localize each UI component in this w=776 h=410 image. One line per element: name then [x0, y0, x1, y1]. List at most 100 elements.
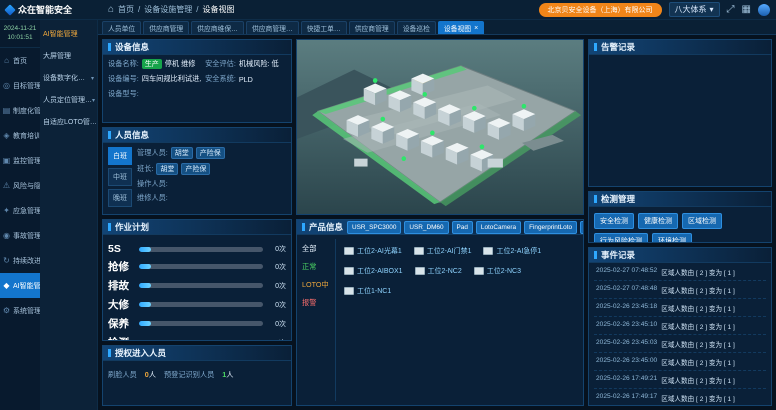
app-logo: 众在智能安全 — [6, 3, 98, 16]
tab-personnel-unit[interactable]: 人员单位 — [102, 21, 141, 34]
tab-supplier-1[interactable]: 供应商管理 — [143, 21, 189, 34]
sidebar-item-goals[interactable]: ◎ 目标管理 — [0, 73, 40, 98]
filter-all[interactable]: 全部 — [302, 244, 335, 254]
sidebar-item-risk[interactable]: ⚠ 风险与隐患 — [0, 173, 40, 198]
detect-button[interactable]: 健康检测 — [638, 213, 678, 229]
device-item[interactable]: 工位1-NC1 — [344, 286, 391, 296]
app-title: 众在智能安全 — [18, 3, 72, 16]
work-plan-row: 保养 0次 — [108, 316, 286, 331]
device-type-button[interactable]: USR_SPC3000 — [347, 221, 401, 234]
breadcrumb-home[interactable]: 首页 — [118, 4, 134, 15]
warning-icon: ⚠ — [2, 181, 11, 190]
panel-accent-icon — [594, 43, 597, 51]
progress-bar[interactable] — [139, 321, 263, 326]
tab-device-inspection[interactable]: 设备巡检 — [397, 21, 436, 34]
device-item[interactable]: 工位2-AI门禁1 — [414, 246, 472, 256]
tab-label: 设备视图 — [444, 23, 471, 33]
sidebar-item-improvement[interactable]: ↻ 持续改进 — [0, 248, 40, 273]
progress-bar[interactable] — [139, 264, 263, 269]
close-icon[interactable]: × — [474, 25, 478, 32]
detect-button[interactable]: 行为风险检测 — [594, 233, 648, 242]
stat-unit: 人 — [226, 370, 233, 379]
subnav-item-personnel-location[interactable]: 人员定位管理… ▾ — [40, 89, 97, 111]
shift-tab-mid[interactable]: 中班 — [108, 168, 132, 186]
operator-row: 操作人员: — [137, 179, 286, 189]
device-item[interactable]: 工位2-NC3 — [474, 266, 521, 276]
detect-button[interactable]: 区域检测 — [682, 213, 722, 229]
sidebar-item-accident[interactable]: ◉ 事故管理 — [0, 223, 40, 248]
shift-tab-day[interactable]: 白班 — [108, 147, 132, 165]
device-type-button[interactable]: LotoCamera — [476, 221, 521, 234]
chevron-down-icon: ▾ — [92, 97, 95, 104]
device-type-button[interactable]: Pad — [452, 221, 473, 234]
work-plan-row: 大修 0次 — [108, 297, 286, 312]
device-system-row: 安全系统: PLD — [205, 74, 286, 84]
detect-button[interactable]: 环境检测 — [652, 233, 692, 242]
subnav-item-bigscreen[interactable]: 大屏管理 — [40, 45, 97, 67]
tab-supplier-3[interactable]: 供应商管理 — [349, 21, 395, 34]
sidebar-item-label: 首页 — [13, 56, 27, 66]
company-button[interactable]: 北京贝安全设备（上海）有限公司 — [539, 3, 662, 17]
device-label: 工位2-AI急停1 — [496, 246, 541, 256]
progress-bar[interactable] — [139, 283, 263, 288]
panel-title: 产品信息 — [309, 221, 343, 233]
apps-grid-icon[interactable]: ▦ — [742, 5, 751, 15]
factory-3d-view[interactable] — [296, 39, 584, 215]
user-avatar[interactable] — [758, 4, 770, 16]
breadcrumb-device-mgmt[interactable]: 设备设施管理 — [144, 4, 192, 15]
person-chip[interactable]: 胡堂 — [171, 147, 193, 159]
device-type-button[interactable]: FingerprintLoto — [524, 221, 577, 234]
tab-supplier-2[interactable]: 供应商管理… — [246, 21, 299, 34]
stat-label: 刷脸人员 — [108, 370, 137, 380]
person-chip[interactable]: 胡堂 — [156, 163, 178, 175]
subnav-item-loto[interactable]: 自适应LOTO管… ▾ — [40, 111, 97, 133]
fullscreen-icon[interactable]: ⤢ — [727, 5, 735, 15]
device-item[interactable]: 工位2-AI急停1 — [483, 246, 541, 256]
plan-count: 0次 — [268, 319, 286, 329]
tab-supplier-maintenance[interactable]: 供应商维保… — [191, 21, 244, 34]
device-type-button[interactable]: USR_DM60 — [404, 221, 448, 234]
sidebar-item-training[interactable]: ◈ 教育培训 — [0, 123, 40, 148]
tab-quick-order[interactable]: 快捷工单… — [301, 21, 347, 34]
device-name-row: 设备名称: 生产 停机 维修 — [108, 59, 201, 69]
person-chip[interactable]: 产险保 — [196, 147, 225, 159]
sidebar-item-institution[interactable]: ▤ 制度化管理 — [0, 98, 40, 123]
filter-normal[interactable]: 正常 — [302, 262, 335, 272]
sidebar-item-system[interactable]: ⚙ 系统管理 — [0, 298, 40, 323]
load-button[interactable]: 加载 — [580, 221, 584, 234]
chevron-down-icon: ▾ — [91, 75, 94, 82]
sidebar-item-ai-management[interactable]: ◆ AI智能管理 — [0, 273, 40, 298]
main-area: 2024-11-21 10:01:51 ⌂ 首页 ◎ 目标管理 ▤ 制度化管理 … — [0, 20, 776, 410]
work-plan-panel: 作业计划 5S 0次 抢修 0次 — [102, 219, 292, 341]
plan-label: 保养 — [108, 316, 134, 331]
device-label: 工位2-NC3 — [487, 266, 521, 276]
event-time: 2025-02-26 23:45:18 — [596, 303, 657, 313]
tab-device-view[interactable]: 设备视图 × — [438, 21, 484, 34]
event-text: 区域人数由 [ 2 ] 变为 [ 1 ] — [661, 357, 735, 367]
breadcrumb-separator: / — [138, 5, 140, 14]
tab-label: 供应商管理… — [252, 26, 293, 33]
shift-tab-night[interactable]: 晚班 — [108, 189, 132, 207]
event-text: 区域人数由 [ 2 ] 变为 [ 1 ] — [661, 393, 735, 403]
person-chip[interactable]: 产险保 — [181, 163, 210, 175]
filter-alarm[interactable]: 报警 — [302, 298, 335, 308]
product-info-panel: 产品信息 USR_SPC3000 USR_DM60 Pad LotoCamera… — [296, 219, 584, 406]
subnav-item-ai-management[interactable]: AI智能管理 — [40, 23, 97, 45]
sidebar-item-home[interactable]: ⌂ 首页 — [0, 48, 40, 73]
device-item[interactable]: 工位2-AI光幕1 — [344, 246, 402, 256]
subnav-item-device-digital[interactable]: 设备数字化… ▾ — [40, 67, 97, 89]
event-row: 2025-02-27 07:48:52区域人数由 [ 2 ] 变为 [ 1 ] — [594, 263, 766, 281]
sidebar-item-monitoring[interactable]: ▣ 监控管理 — [0, 148, 40, 173]
progress-bar[interactable] — [139, 302, 263, 307]
sidebar-item-label: 教育培训 — [13, 131, 41, 141]
stat-label: 预登记识别人员 — [164, 370, 214, 380]
system-select[interactable]: 八大体系 ▾ — [669, 2, 720, 17]
field-label: 管理人员: — [137, 148, 168, 158]
panel-accent-icon — [108, 131, 111, 139]
progress-bar[interactable] — [139, 247, 263, 252]
detect-button[interactable]: 安全检测 — [594, 213, 634, 229]
sidebar-item-emergency[interactable]: ✦ 应急管理 — [0, 198, 40, 223]
device-item[interactable]: 工位2-NC2 — [415, 266, 462, 276]
filter-loto[interactable]: LOTO中 — [302, 280, 335, 290]
device-item[interactable]: 工位2-AIBOX1 — [344, 266, 403, 276]
